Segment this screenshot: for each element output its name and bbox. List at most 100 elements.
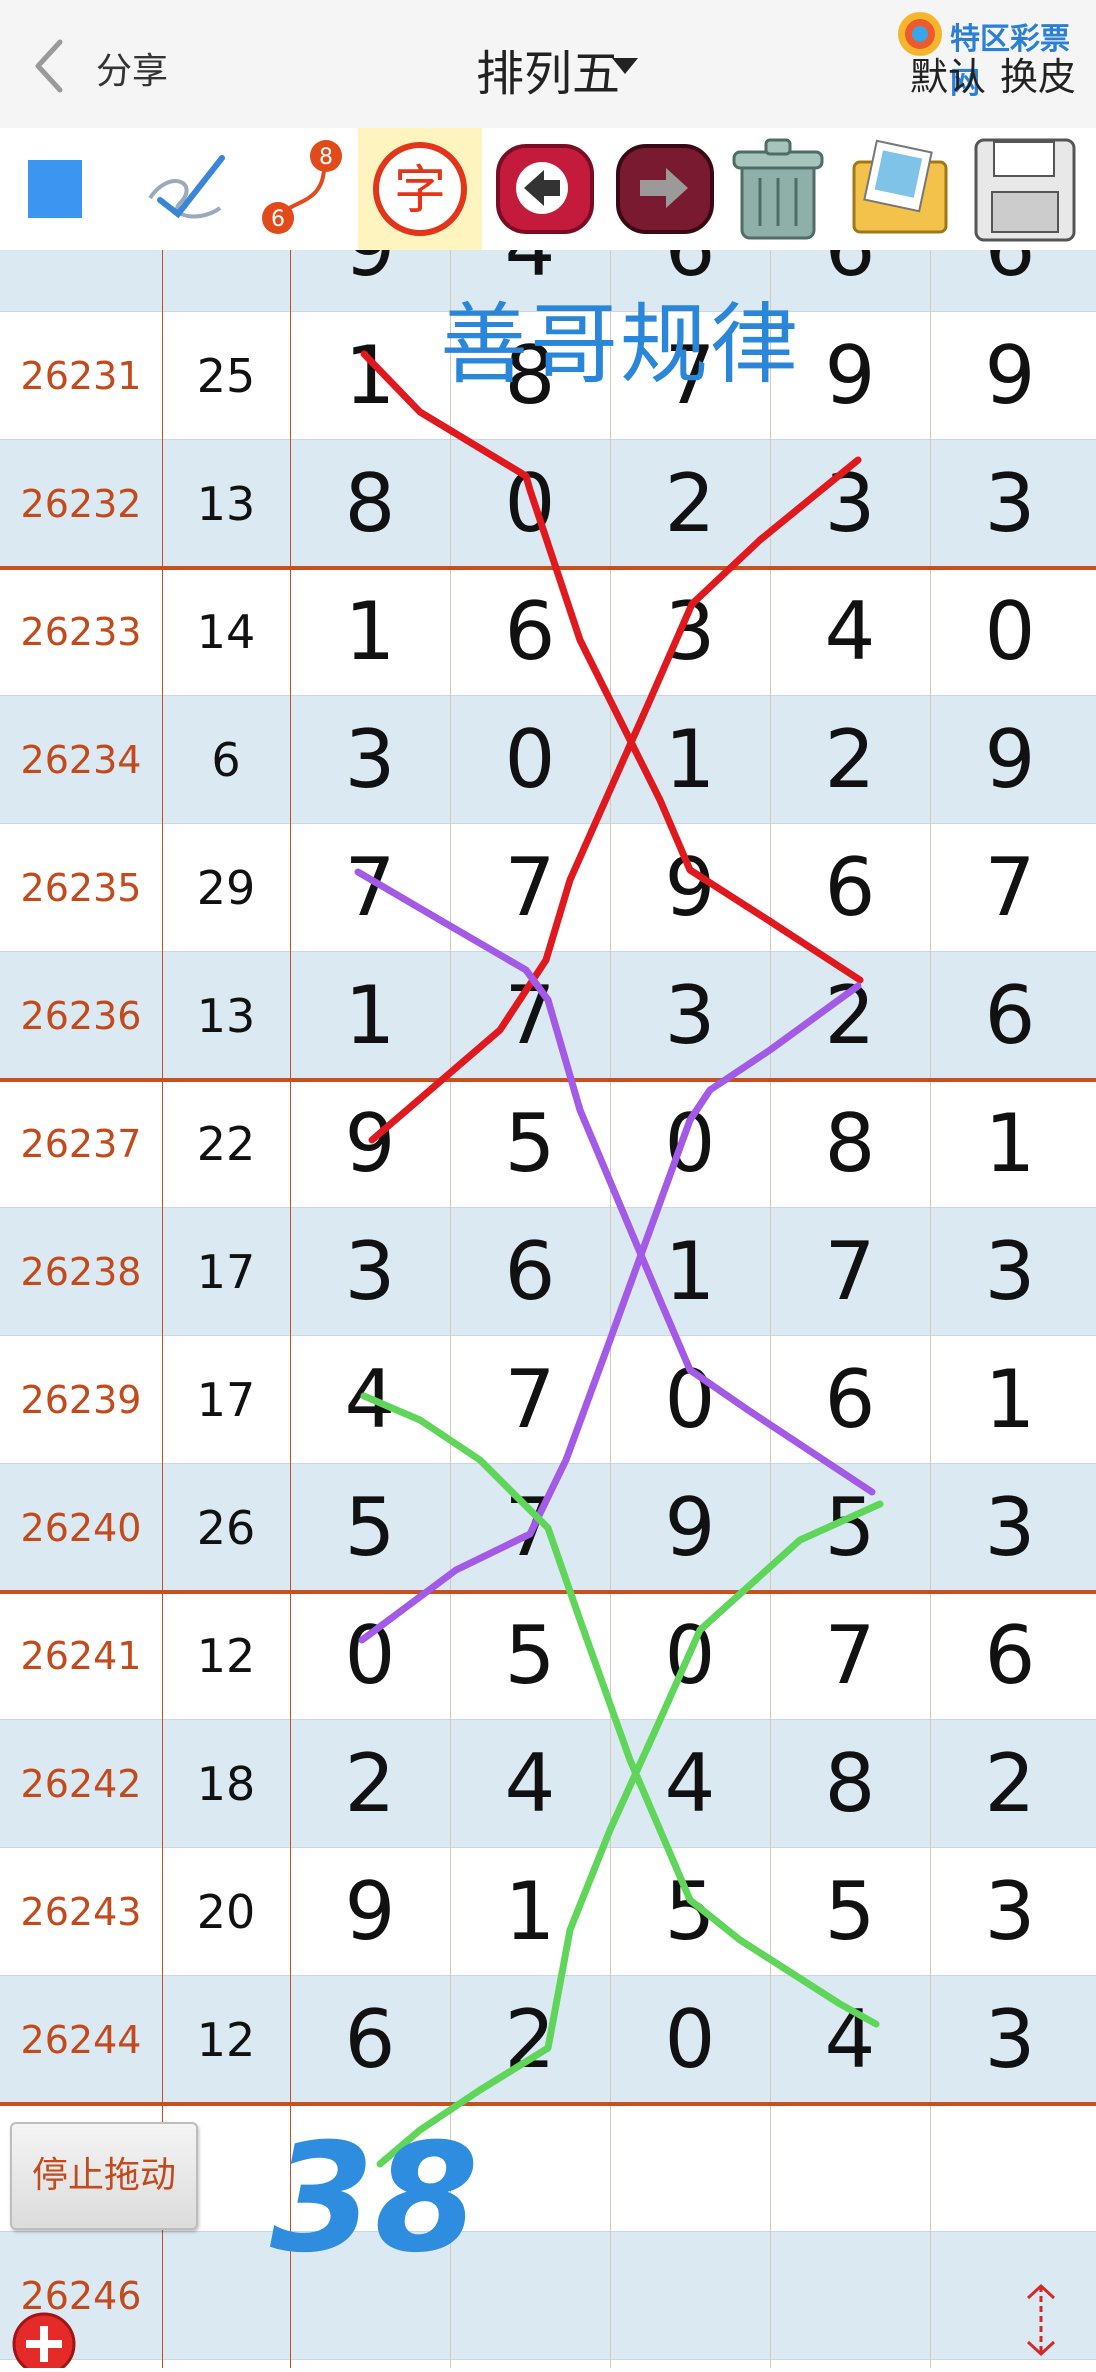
table-row: 26233 14 1 6 3 4 0 xyxy=(0,568,1096,696)
theme-switch-button[interactable]: 换皮 xyxy=(1000,46,1076,101)
title-dropdown-icon[interactable] xyxy=(612,58,638,74)
digit-cell[interactable]: 8 xyxy=(770,1720,930,1848)
digit-cell[interactable]: 5 xyxy=(450,1080,610,1208)
digit-cell[interactable]: 4 xyxy=(610,1720,770,1848)
digit-cell[interactable]: 5 xyxy=(770,1848,930,1976)
digit-cell[interactable]: 4 xyxy=(770,1976,930,2104)
digit-cell[interactable]: 2 xyxy=(770,952,930,1080)
digit-cell[interactable]: 7 xyxy=(450,824,610,952)
digit-cell[interactable]: 1 xyxy=(930,1336,1090,1464)
scroll-up-down-icon[interactable] xyxy=(1016,2280,1066,2360)
digit-cell[interactable]: 3 xyxy=(290,696,450,824)
digit-cell[interactable]: 3 xyxy=(770,440,930,568)
connect-bottom-number: 6 xyxy=(271,207,285,232)
digit-cell[interactable]: 9 xyxy=(290,1080,450,1208)
number-table: 9466626231251879926232138023326233141634… xyxy=(0,250,1096,2368)
digit-cell[interactable]: 9 xyxy=(610,1464,770,1592)
digit-cell[interactable]: 0 xyxy=(450,696,610,824)
digit-cell[interactable]: 5 xyxy=(450,1592,610,1720)
digit-cell[interactable]: 6 xyxy=(290,1976,450,2104)
digit-cell[interactable]: 1 xyxy=(610,696,770,824)
digit-cell[interactable]: 1 xyxy=(290,568,450,696)
character-icon[interactable]: 字 xyxy=(358,128,482,250)
digit-cell[interactable]: 5 xyxy=(770,1464,930,1592)
digit-cell[interactable] xyxy=(610,2104,770,2232)
color-square-icon[interactable] xyxy=(10,128,110,250)
save-icon[interactable] xyxy=(966,128,1084,250)
digit-cell[interactable]: 3 xyxy=(930,1976,1090,2104)
digit-sum: 20 xyxy=(196,1885,256,1939)
digit-cell[interactable]: 2 xyxy=(450,1976,610,2104)
digit-cell[interactable]: 3 xyxy=(610,952,770,1080)
digit-cell[interactable]: 3 xyxy=(930,1208,1090,1336)
digit-cell[interactable]: 9 xyxy=(290,250,450,312)
undo-icon[interactable] xyxy=(490,128,600,250)
digit-cell[interactable] xyxy=(770,2232,930,2360)
digit-cell[interactable]: 8 xyxy=(770,1080,930,1208)
digit-cell[interactable]: 2 xyxy=(930,1720,1090,1848)
digit-cell[interactable]: 6 xyxy=(930,952,1090,1080)
issue-number: 26240 xyxy=(20,1506,142,1550)
digit-cell[interactable]: 8 xyxy=(290,440,450,568)
digit-cell[interactable] xyxy=(610,2232,770,2360)
digit-cell[interactable] xyxy=(930,2104,1090,2232)
add-icon[interactable] xyxy=(0,2300,82,2372)
issue-number xyxy=(0,250,162,312)
issue-number: 26234 xyxy=(20,738,142,782)
digit-cell[interactable]: 0 xyxy=(930,568,1090,696)
digit-cell[interactable]: 6 xyxy=(770,1336,930,1464)
digit-sum: 17 xyxy=(196,1373,256,1427)
redo-icon[interactable] xyxy=(610,128,720,250)
digit-cell[interactable]: 0 xyxy=(610,1080,770,1208)
digit-cell[interactable]: 7 xyxy=(770,1592,930,1720)
theme-default-button[interactable]: 默认 xyxy=(910,46,986,101)
digit-cell[interactable]: 3 xyxy=(930,1464,1090,1592)
picture-icon[interactable] xyxy=(840,128,960,250)
digit-cell[interactable] xyxy=(930,2232,1090,2360)
digit-cell[interactable]: 2 xyxy=(290,1720,450,1848)
digit-cell[interactable]: 9 xyxy=(930,696,1090,824)
digit-cell[interactable]: 4 xyxy=(290,1336,450,1464)
digit-cell[interactable]: 4 xyxy=(450,1720,610,1848)
digit-cell[interactable]: 4 xyxy=(770,568,930,696)
digit-cell[interactable]: 1 xyxy=(610,1208,770,1336)
digit-cell[interactable]: 5 xyxy=(610,1848,770,1976)
digit-cell[interactable]: 0 xyxy=(610,1592,770,1720)
digit-cell[interactable]: 0 xyxy=(450,440,610,568)
digit-cell[interactable]: 1 xyxy=(450,1848,610,1976)
digit-cell[interactable]: 7 xyxy=(770,1208,930,1336)
digit-cell[interactable]: 3 xyxy=(930,1848,1090,1976)
digit-cell[interactable]: 1 xyxy=(290,952,450,1080)
digit-cell[interactable]: 9 xyxy=(610,824,770,952)
digit-cell[interactable]: 2 xyxy=(770,696,930,824)
digit-cell[interactable]: 6 xyxy=(450,568,610,696)
digit-cell[interactable]: 3 xyxy=(930,440,1090,568)
digit-cell[interactable]: 0 xyxy=(290,1592,450,1720)
digit-cell[interactable]: 6 xyxy=(930,1592,1090,1720)
digit-cell[interactable]: 6 xyxy=(770,824,930,952)
connect-dots-icon[interactable]: 8 6 xyxy=(248,128,348,250)
stop-drag-button[interactable]: 停止拖动 xyxy=(10,2122,198,2230)
digit-cell[interactable]: 7 xyxy=(290,824,450,952)
pen-icon[interactable] xyxy=(130,128,240,250)
digit-cell[interactable]: 7 xyxy=(450,1464,610,1592)
digit-cell[interactable] xyxy=(770,2104,930,2232)
digit-cell[interactable]: 7 xyxy=(450,1336,610,1464)
digit-cell[interactable]: 0 xyxy=(610,1976,770,2104)
digit-cell[interactable]: 3 xyxy=(290,1208,450,1336)
digit-cell[interactable]: 6 xyxy=(930,250,1090,312)
digit-cell[interactable]: 6 xyxy=(450,1208,610,1336)
digit-cell[interactable]: 0 xyxy=(610,1336,770,1464)
digit-cell[interactable]: 7 xyxy=(450,952,610,1080)
trash-icon[interactable] xyxy=(722,128,832,250)
digit-cell[interactable]: 9 xyxy=(290,1848,450,1976)
digit-sum: 12 xyxy=(196,2013,256,2067)
digit-cell[interactable]: 9 xyxy=(930,312,1090,440)
digit-cell[interactable]: 3 xyxy=(610,568,770,696)
digit-cell[interactable]: 5 xyxy=(290,1464,450,1592)
table-row: 26239 17 4 7 0 6 1 xyxy=(0,1336,1096,1464)
digit-cell[interactable]: 7 xyxy=(930,824,1090,952)
digit-cell[interactable]: 2 xyxy=(610,440,770,568)
digit-cell[interactable]: 1 xyxy=(290,312,450,440)
digit-cell[interactable]: 1 xyxy=(930,1080,1090,1208)
